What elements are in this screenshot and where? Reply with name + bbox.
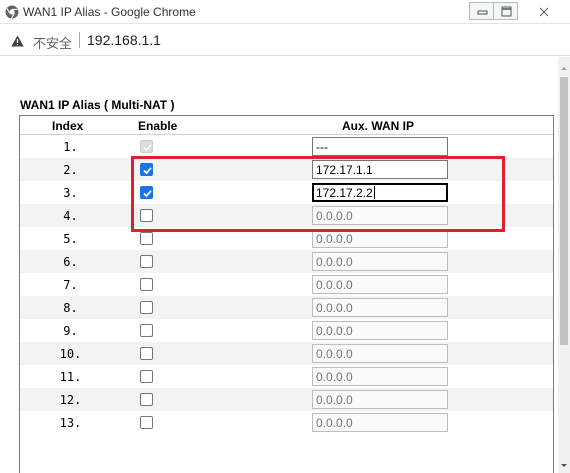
enable-checkbox[interactable] xyxy=(140,278,153,291)
header-enable: Enable xyxy=(138,119,178,133)
row-index: 11. xyxy=(59,370,82,384)
aux-wan-ip-value: 0.0.0.0 xyxy=(316,370,353,384)
aux-wan-ip-value: 172.17.2.2 xyxy=(316,186,373,200)
aux-wan-ip-value: 0.0.0.0 xyxy=(316,416,353,430)
table-row: 7. 0.0.0.0 xyxy=(20,273,553,296)
aux-wan-ip-value: 172.17.1.1 xyxy=(316,163,373,177)
aux-wan-ip-input[interactable]: 0.0.0.0 xyxy=(312,321,448,340)
aux-wan-ip-value: 0.0.0.0 xyxy=(316,255,353,269)
aux-wan-ip-input[interactable]: 0.0.0.0 xyxy=(312,413,448,432)
row-index: 5. xyxy=(63,232,78,246)
aux-wan-ip-input[interactable]: 0.0.0.0 xyxy=(312,390,448,409)
scrollbar-thumb[interactable] xyxy=(560,77,568,345)
enable-checkbox[interactable] xyxy=(140,324,153,337)
security-label[interactable]: 不安全 xyxy=(33,33,72,52)
aux-wan-ip-value: --- xyxy=(316,140,328,154)
enable-checkbox[interactable] xyxy=(140,186,153,199)
minimize-icon xyxy=(477,10,488,15)
aux-wan-ip-input[interactable]: 0.0.0.0 xyxy=(312,229,448,248)
minimize-button[interactable] xyxy=(469,2,494,20)
section-title: WAN1 IP Alias ( Multi-NAT ) xyxy=(20,98,175,112)
row-index: 2. xyxy=(63,163,78,177)
enable-checkbox[interactable] xyxy=(140,209,153,222)
table-row: 5. 0.0.0.0 xyxy=(20,227,553,250)
scroll-down-arrow-icon[interactable] xyxy=(558,459,570,471)
text-caret xyxy=(373,186,375,199)
row-index: 3. xyxy=(63,186,78,200)
table-body: 1. --- 2. 172.17.1.1 3. 172.17.2.2 4. 0.0.0.0 5.… xyxy=(20,135,553,434)
aux-wan-ip-input[interactable]: --- xyxy=(312,137,448,156)
row-index: 1. xyxy=(63,140,78,154)
window-titlebar: WAN1 IP Alias - Google Chrome xyxy=(0,0,570,24)
ip-alias-table: Index Enable Aux. WAN IP 1. --- 2. 172.17.1… xyxy=(19,115,554,473)
aux-wan-ip-input[interactable]: 0.0.0.0 xyxy=(312,344,448,363)
aux-wan-ip-value: 0.0.0.0 xyxy=(316,324,353,338)
close-icon xyxy=(539,7,549,17)
aux-wan-ip-value: 0.0.0.0 xyxy=(316,278,353,292)
table-row: 4. 0.0.0.0 xyxy=(20,204,553,227)
row-index: 13. xyxy=(59,416,82,430)
window-title: WAN1 IP Alias - Google Chrome xyxy=(23,5,196,19)
enable-checkbox[interactable] xyxy=(140,163,153,176)
enable-checkbox xyxy=(140,140,153,153)
aux-wan-ip-input[interactable]: 0.0.0.0 xyxy=(312,206,448,225)
table-row: 12. 0.0.0.0 xyxy=(20,388,553,411)
header-index: Index xyxy=(52,119,84,133)
table-row: 9. 0.0.0.0 xyxy=(20,319,553,342)
row-index: 7. xyxy=(63,278,78,292)
maximize-button[interactable] xyxy=(493,2,518,20)
row-index: 9. xyxy=(63,324,78,338)
aux-wan-ip-value: 0.0.0.0 xyxy=(316,301,353,315)
maximize-icon xyxy=(501,6,512,17)
aux-wan-ip-input[interactable]: 172.17.2.2 xyxy=(312,183,448,202)
row-index: 12. xyxy=(59,393,82,407)
aux-wan-ip-value: 0.0.0.0 xyxy=(316,347,353,361)
chrome-icon xyxy=(5,5,19,19)
url-text[interactable]: 192.168.1.1 xyxy=(87,32,161,48)
row-index: 8. xyxy=(63,301,78,315)
enable-checkbox[interactable] xyxy=(140,347,153,360)
enable-checkbox[interactable] xyxy=(140,232,153,245)
row-index: 4. xyxy=(63,209,78,223)
scroll-up-arrow-icon[interactable] xyxy=(558,61,570,73)
table-row: 8. 0.0.0.0 xyxy=(20,296,553,319)
table-row: 1. --- xyxy=(20,135,553,158)
aux-wan-ip-value: 0.0.0.0 xyxy=(316,232,353,246)
table-row: 11. 0.0.0.0 xyxy=(20,365,553,388)
window-controls xyxy=(469,2,560,20)
row-index: 6. xyxy=(63,255,78,269)
address-separator xyxy=(79,32,80,48)
enable-checkbox[interactable] xyxy=(140,301,153,314)
enable-checkbox[interactable] xyxy=(140,393,153,406)
enable-checkbox[interactable] xyxy=(140,370,153,383)
aux-wan-ip-value: 0.0.0.0 xyxy=(316,393,353,407)
aux-wan-ip-input[interactable]: 172.17.1.1 xyxy=(312,160,448,179)
table-row: 3. 172.17.2.2 xyxy=(20,181,553,204)
aux-wan-ip-input[interactable]: 0.0.0.0 xyxy=(312,275,448,294)
aux-wan-ip-value: 0.0.0.0 xyxy=(316,209,353,223)
close-button[interactable] xyxy=(526,2,560,20)
table-row: 6. 0.0.0.0 xyxy=(20,250,553,273)
row-index: 10. xyxy=(59,347,82,361)
enable-checkbox[interactable] xyxy=(140,255,153,268)
table-row: 2. 172.17.1.1 xyxy=(20,158,553,181)
aux-wan-ip-input[interactable]: 0.0.0.0 xyxy=(312,252,448,271)
aux-wan-ip-input[interactable]: 0.0.0.0 xyxy=(312,298,448,317)
enable-checkbox[interactable] xyxy=(140,416,153,429)
warning-triangle-icon[interactable] xyxy=(11,34,24,47)
aux-wan-ip-input[interactable]: 0.0.0.0 xyxy=(312,367,448,386)
table-row: 10. 0.0.0.0 xyxy=(20,342,553,365)
vertical-scrollbar[interactable] xyxy=(558,57,570,473)
table-header: Index Enable Aux. WAN IP xyxy=(20,116,553,135)
table-row: 13. 0.0.0.0 xyxy=(20,411,553,434)
address-bar[interactable]: 不安全 192.168.1.1 xyxy=(0,24,570,56)
header-aux-wan-ip: Aux. WAN IP xyxy=(342,119,415,133)
